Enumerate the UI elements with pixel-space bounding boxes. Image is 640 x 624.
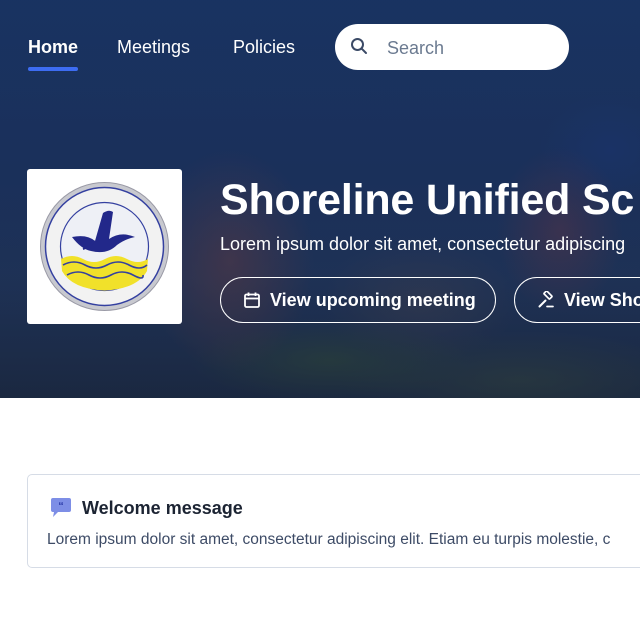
nav-item-policies[interactable]: Policies <box>233 37 295 58</box>
welcome-card: “ Welcome message Lorem ipsum dolor sit … <box>27 474 640 568</box>
calendar-icon <box>244 292 260 308</box>
view-upcoming-meeting-label: View upcoming meeting <box>270 289 476 310</box>
district-logo <box>27 169 182 324</box>
welcome-body: Lorem ipsum dolor sit amet, consectetur … <box>47 531 611 548</box>
nav-item-home[interactable]: Home <box>28 37 79 71</box>
search-input[interactable] <box>385 32 559 64</box>
search-icon <box>351 38 367 54</box>
search-box[interactable] <box>335 24 569 70</box>
nav-item-meetings[interactable]: Meetings <box>117 37 190 58</box>
view-shoreline-button[interactable]: View Sho <box>514 277 640 323</box>
hero-banner: Home Meetings Policies Shoreline Unified… <box>0 0 640 398</box>
district-seal <box>40 182 169 311</box>
organization-tagline: Lorem ipsum dolor sit amet, consectetur … <box>220 234 626 254</box>
view-shoreline-label: View Sho <box>564 289 640 310</box>
view-upcoming-meeting-button[interactable]: View upcoming meeting <box>220 277 496 323</box>
organization-title: Shoreline Unified Sc <box>220 176 635 224</box>
welcome-title: Welcome message <box>82 498 243 518</box>
gavel-icon <box>538 291 554 308</box>
svg-text:“: “ <box>58 501 64 513</box>
quote-icon: “ <box>51 498 71 517</box>
